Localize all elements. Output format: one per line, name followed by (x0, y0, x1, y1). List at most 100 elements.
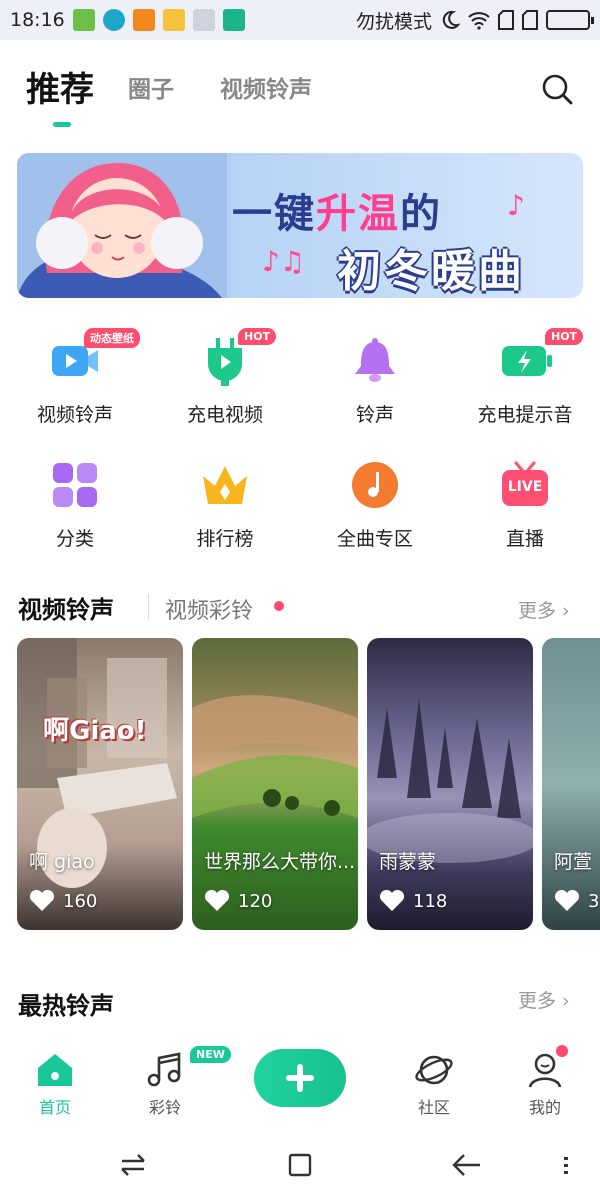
new-badge: NEW (190, 1046, 231, 1063)
video-card[interactable]: 啊Giao! 啊 giao 160 (17, 638, 183, 930)
cleaner-icon (192, 9, 215, 31)
entry-label: 排行榜 (196, 528, 254, 550)
entry-charging-sound[interactable]: HOT 充电提示音 (450, 328, 600, 427)
tab-circle[interactable]: 圈子 (128, 70, 174, 104)
heart-icon (204, 890, 230, 911)
usb-icon (222, 9, 245, 31)
video-thumbnail (192, 695, 358, 818)
music-note-icon (350, 460, 400, 510)
folder-icon (162, 9, 185, 31)
back-arrow-icon[interactable] (450, 1148, 484, 1182)
video-card-likes: 120 (204, 890, 272, 912)
music-notes-icon (145, 1050, 185, 1090)
entry-ranking[interactable]: 排行榜 (150, 460, 300, 551)
status-bar: 18:16 勿扰模式 (0, 0, 600, 40)
dynamic-wallpaper-badge: 动态壁纸 (84, 328, 140, 348)
video-card-likes: 3 (554, 890, 599, 912)
entry-label: 分类 (55, 528, 94, 550)
nav-profile[interactable]: 我的 (505, 1045, 585, 1118)
entry-charging-video[interactable]: HOT 充电视频 (150, 328, 300, 427)
active-tab-indicator (53, 122, 71, 127)
hot-badge: HOT (545, 328, 584, 345)
hot-section-title: 最热铃声 (18, 992, 114, 1020)
entry-label: 充电提示音 (477, 404, 573, 426)
nav-community[interactable]: 社区 (394, 1050, 474, 1118)
video-card[interactable]: 世界那么大带你... 120 (192, 638, 358, 930)
entry-full-song[interactable]: 全曲专区 (300, 460, 450, 551)
video-card[interactable]: 阿萱 3 (542, 638, 600, 930)
new-dot (274, 601, 284, 611)
music-note-icon: ♪♫ (262, 245, 305, 278)
nav-home[interactable]: 首页 (15, 1050, 95, 1118)
switch-apps-icon[interactable] (116, 1148, 150, 1182)
menu-dots-icon[interactable] (556, 1148, 576, 1182)
video-card-title: 阿萱 (554, 851, 593, 873)
sync-icon (102, 9, 125, 31)
banner-illustration (17, 153, 227, 298)
nav-community-label: 社区 (417, 1098, 450, 1117)
video-card-list: 啊Giao! 啊 giao 160 世界那么大带你... 120 雨蒙蒙 118… (0, 638, 600, 930)
nav-profile-label: 我的 (528, 1098, 561, 1117)
heart-icon (379, 890, 405, 911)
video-card-likes: 160 (29, 890, 97, 912)
entry-category[interactable]: 分类 (0, 460, 150, 551)
banner-headline: 一键升温的 (232, 191, 442, 237)
entry-video-ringtone[interactable]: 动态壁纸 视频铃声 (0, 328, 150, 427)
sim-card-icon (522, 10, 538, 30)
entry-label: 铃声 (355, 404, 394, 426)
video-overlay-text: 啊Giao! (43, 716, 147, 746)
video-card-title: 世界那么大带你... (204, 851, 356, 873)
video-section-title: 视频铃声 (18, 596, 114, 624)
create-button[interactable] (254, 1049, 346, 1107)
battery-icon (546, 10, 594, 30)
home-square-icon[interactable] (283, 1148, 317, 1182)
nav-color-ring-label: 彩铃 (148, 1098, 181, 1117)
banner-subheadline: 初冬暖曲 (337, 246, 525, 297)
sim-card-icon (498, 10, 514, 30)
section-divider (148, 594, 149, 620)
video-card-likes: 118 (379, 890, 447, 912)
plus-icon (286, 1064, 314, 1092)
moon-icon (442, 10, 460, 29)
tab-video-ringtone[interactable]: 视频铃声 (220, 70, 312, 104)
live-label: LIVE (507, 479, 543, 495)
user-icon (525, 1045, 568, 1090)
heart-icon (554, 890, 580, 911)
live-tv-icon: LIVE (500, 460, 550, 510)
app-notification-icon (72, 9, 95, 31)
video-card-title: 雨蒙蒙 (379, 851, 437, 873)
video-thumbnail (367, 698, 533, 863)
tab-recommend[interactable]: 推荐 (26, 62, 94, 111)
heart-icon (29, 890, 55, 911)
search-icon[interactable] (540, 72, 574, 106)
entry-live[interactable]: LIVE 直播 (450, 460, 600, 551)
bell-icon (350, 336, 400, 386)
notification-dot (556, 1045, 568, 1057)
entry-ringtone[interactable]: 铃声 (300, 336, 450, 427)
hot-badge: HOT (238, 328, 277, 345)
battery-bolt-icon (500, 336, 552, 386)
entry-label: 充电视频 (186, 404, 263, 426)
video-color-ring-tab[interactable]: 视频彩铃 (165, 593, 253, 625)
planet-icon (414, 1050, 454, 1090)
wifi-icon (468, 12, 490, 30)
video-card[interactable]: 雨蒙蒙 118 (367, 638, 533, 930)
top-tabs: 推荐 圈子 视频铃声 (0, 40, 600, 140)
warning-icon (132, 9, 155, 31)
entry-label: 视频铃声 (36, 404, 113, 426)
home-icon (35, 1050, 75, 1090)
nav-home-label: 首页 (38, 1098, 71, 1117)
promo-banner[interactable]: 一键升温的 初冬暖曲 ♪♫ ♪ (17, 153, 583, 298)
crown-icon (200, 460, 250, 510)
video-card-title: 啊 giao (29, 851, 95, 873)
system-nav-bar (0, 1130, 600, 1200)
entry-label: 全曲专区 (336, 528, 413, 550)
dnd-mode-label: 勿扰模式 (355, 10, 432, 33)
video-thumbnail (17, 638, 177, 888)
hot-section-more[interactable]: 更多 › (518, 986, 570, 1013)
category-grid-icon (50, 460, 100, 510)
entry-label: 直播 (505, 528, 544, 550)
video-section-more[interactable]: 更多 › (518, 596, 570, 623)
music-note-icon: ♪ (507, 189, 525, 222)
status-time: 18:16 (10, 9, 65, 31)
